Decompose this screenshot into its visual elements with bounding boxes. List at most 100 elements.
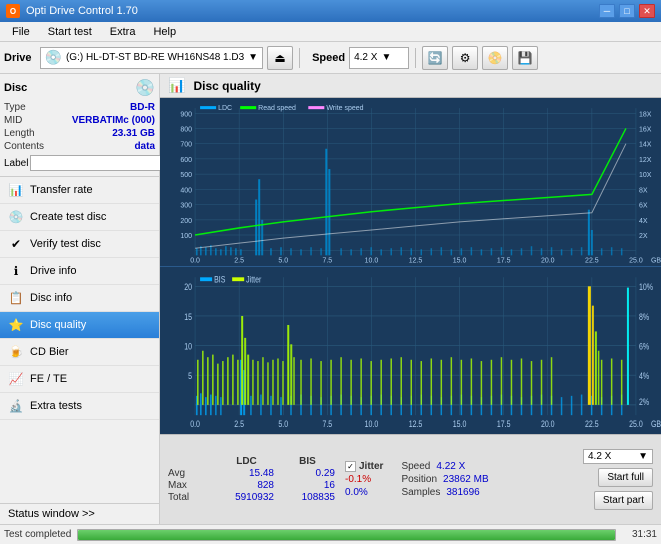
title-bar: O Opti Drive Control 1.70 ─ □ ✕ — [0, 0, 661, 22]
chart-header: 📊 Disc quality — [160, 74, 661, 98]
toolbar: Drive 💿 (G:) HL-DT-ST BD-RE WH16NS48 1.D… — [0, 42, 661, 74]
status-window-label: Status window >> — [8, 508, 95, 520]
speed-label: Speed — [312, 52, 345, 64]
status-text: Test completed — [4, 529, 71, 540]
menu-file[interactable]: File — [4, 24, 38, 40]
disc-length-label: Length — [4, 128, 35, 139]
speed-select-dropdown[interactable]: 4.2 X ▼ — [583, 449, 653, 464]
drive-selector[interactable]: 💿 (G:) HL-DT-ST BD-RE WH16NS48 1.D3 ▼ — [40, 47, 264, 69]
svg-text:20.0: 20.0 — [541, 257, 555, 264]
disc-length-value: 23.31 GB — [112, 128, 155, 139]
refresh-button[interactable]: 🔄 — [422, 46, 448, 70]
svg-text:Write speed: Write speed — [326, 105, 363, 112]
svg-text:2%: 2% — [639, 397, 649, 407]
status-window-button[interactable]: Status window >> — [0, 503, 159, 524]
sidebar-item-drive-info[interactable]: ℹ Drive info — [0, 258, 159, 285]
start-part-button[interactable]: Start part — [594, 491, 653, 510]
disc-header: Disc 💿 — [4, 78, 155, 98]
progress-fill — [78, 530, 615, 540]
settings-button[interactable]: ⚙ — [452, 46, 478, 70]
eject-button[interactable]: ⏏ — [267, 46, 293, 70]
save-button[interactable]: 💾 — [512, 46, 538, 70]
speed-label: Speed — [401, 461, 430, 472]
menu-help[interactable]: Help — [145, 24, 184, 40]
sidebar-item-extra-tests[interactable]: 🔬 Extra tests — [0, 393, 159, 420]
svg-text:200: 200 — [180, 218, 192, 225]
samples-row: Samples 381696 — [401, 487, 488, 498]
sidebar-item-label-create-test-disc: Create test disc — [30, 211, 106, 223]
svg-text:12X: 12X — [639, 157, 652, 164]
stat-max-bis: 16 — [280, 480, 335, 491]
toolbar-separator-2 — [415, 48, 416, 68]
maximize-button[interactable]: □ — [619, 4, 635, 18]
start-full-button[interactable]: Start full — [598, 468, 653, 487]
disc-label-row: Label 🔍 — [4, 154, 155, 172]
toolbar-separator-1 — [299, 48, 300, 68]
sidebar-item-disc-quality[interactable]: ⭐ Disc quality — [0, 312, 159, 339]
stat-avg-bis: 0.29 — [280, 468, 335, 479]
close-button[interactable]: ✕ — [639, 4, 655, 18]
disc-label-input[interactable] — [30, 155, 168, 171]
top-chart: 900 800 700 600 500 400 300 200 100 18X … — [160, 98, 661, 267]
menu-extra[interactable]: Extra — [102, 24, 144, 40]
sidebar-item-label-fe-te: FE / TE — [30, 373, 67, 385]
sidebar-item-label-disc-quality: Disc quality — [30, 319, 86, 331]
svg-text:18X: 18X — [639, 111, 652, 118]
sidebar: Disc 💿 Type BD-R MID VERBATIMc (000) Len… — [0, 74, 160, 524]
svg-text:400: 400 — [180, 187, 192, 194]
svg-text:10%: 10% — [639, 282, 653, 292]
sidebar-item-transfer-rate[interactable]: 📊 Transfer rate — [0, 177, 159, 204]
svg-text:LDC: LDC — [218, 105, 232, 112]
disc-icon: 💿 — [135, 78, 155, 98]
position-label: Position — [401, 474, 437, 485]
bottom-bar: Test completed 31:31 — [0, 524, 661, 544]
sidebar-item-cd-bier[interactable]: 🍺 CD Bier — [0, 339, 159, 366]
jitter-checkbox[interactable]: ✓ — [345, 461, 356, 472]
svg-text:17.5: 17.5 — [497, 257, 511, 264]
svg-text:15.0: 15.0 — [453, 418, 467, 428]
svg-text:100: 100 — [180, 233, 192, 240]
speed-selector[interactable]: 4.2 X ▼ — [349, 47, 409, 69]
svg-text:25.0: 25.0 — [629, 257, 643, 264]
disc-label-label: Label — [4, 158, 28, 169]
svg-text:2.5: 2.5 — [234, 418, 244, 428]
sidebar-item-label-transfer-rate: Transfer rate — [30, 184, 93, 196]
title-bar-left: O Opti Drive Control 1.70 — [6, 4, 138, 18]
svg-text:10.0: 10.0 — [365, 418, 379, 428]
chart-icon: 📊 — [168, 77, 185, 94]
sidebar-item-create-test-disc[interactable]: 💿 Create test disc — [0, 204, 159, 231]
speed-dropdown-arrow[interactable]: ▼ — [381, 52, 391, 63]
stat-ldc-header: LDC — [219, 456, 274, 467]
svg-text:20.0: 20.0 — [541, 418, 555, 428]
svg-text:6X: 6X — [639, 203, 648, 210]
svg-text:BIS: BIS — [214, 274, 225, 284]
stats-avg-row: Avg 15.48 0.29 — [168, 468, 335, 479]
stats-header-row: LDC BIS — [168, 456, 335, 467]
menu-start-test[interactable]: Start test — [40, 24, 100, 40]
svg-text:15.0: 15.0 — [453, 257, 467, 264]
svg-text:7.5: 7.5 — [322, 257, 332, 264]
disc-type-value: BD-R — [130, 102, 155, 113]
media-button[interactable]: 📀 — [482, 46, 508, 70]
sidebar-item-disc-info[interactable]: 📋 Disc info — [0, 285, 159, 312]
minimize-button[interactable]: ─ — [599, 4, 615, 18]
disc-title: Disc — [4, 82, 27, 94]
sidebar-item-verify-test-disc[interactable]: ✔ Verify test disc — [0, 231, 159, 258]
svg-text:800: 800 — [180, 126, 192, 133]
stat-avg-ldc: 15.48 — [219, 468, 274, 479]
disc-type-row: Type BD-R — [4, 102, 155, 113]
drive-dropdown-arrow[interactable]: ▼ — [248, 52, 258, 63]
stat-bis-header: BIS — [280, 456, 335, 467]
disc-quality-icon: ⭐ — [8, 317, 24, 333]
disc-panel: Disc 💿 Type BD-R MID VERBATIMc (000) Len… — [0, 74, 159, 177]
stat-total-ldc: 5910932 — [219, 492, 274, 503]
jitter-max-row: 0.0% — [345, 487, 383, 498]
sidebar-item-fe-te[interactable]: 📈 FE / TE — [0, 366, 159, 393]
title-bar-controls: ─ □ ✕ — [599, 4, 655, 18]
stat-max-label: Max — [168, 480, 213, 491]
svg-text:5: 5 — [188, 371, 192, 381]
svg-text:4%: 4% — [639, 371, 649, 381]
position-row: Position 23862 MB — [401, 474, 488, 485]
progress-bar — [77, 529, 616, 541]
menu-bar: File Start test Extra Help — [0, 22, 661, 42]
